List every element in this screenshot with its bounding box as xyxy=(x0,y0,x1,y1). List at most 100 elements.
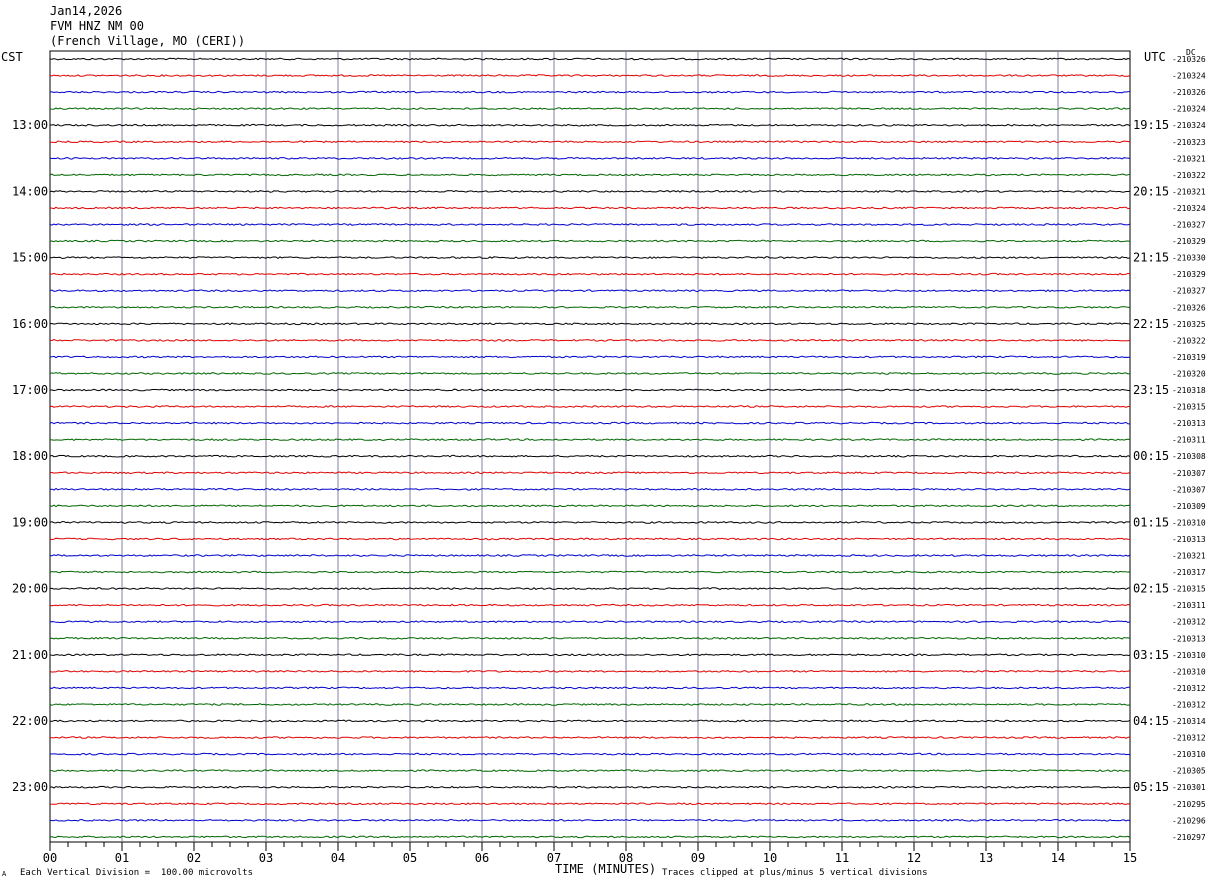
x-axis-title: TIME (MINUTES) xyxy=(555,862,657,876)
seismogram-trace xyxy=(49,471,1131,475)
right-hour-label: 20:15 xyxy=(1133,184,1169,198)
dc-offset-label: -210319 xyxy=(1172,353,1206,362)
dc-offset-label: -210310 xyxy=(1172,518,1206,527)
seismogram-trace xyxy=(49,223,1131,226)
dc-offset-label: -210320 xyxy=(1172,369,1206,378)
dc-offset-label: -210308 xyxy=(1172,452,1206,461)
seismogram-trace xyxy=(49,189,1131,193)
dc-offset-label: -210315 xyxy=(1172,585,1206,594)
seismogram-trace xyxy=(49,90,1131,94)
seismogram-trace xyxy=(49,802,1131,806)
seismogram-trace xyxy=(50,388,1131,392)
dc-offset-label: -210322 xyxy=(1172,171,1206,180)
seismogram-trace xyxy=(49,785,1131,789)
right-hour-label: 01:15 xyxy=(1133,515,1169,529)
dc-offset-label: -210326 xyxy=(1172,88,1206,97)
dc-offset-label: -210327 xyxy=(1172,287,1206,296)
dc-offset-label: -210324 xyxy=(1172,204,1206,213)
dc-offset-label: -210330 xyxy=(1172,254,1206,263)
x-tick-label: 02 xyxy=(187,851,201,865)
right-hour-label: 21:15 xyxy=(1133,251,1169,265)
dc-offset-label: -210313 xyxy=(1172,634,1206,643)
dc-offset-label: -210313 xyxy=(1172,419,1206,428)
seismogram-trace xyxy=(49,107,1131,110)
dc-offset-label: -210312 xyxy=(1172,700,1206,709)
left-hour-label: 15:00 xyxy=(12,251,48,265)
seismogram-trace xyxy=(49,421,1131,425)
x-tick-label: 06 xyxy=(475,851,489,865)
dc-offset-label: -210324 xyxy=(1172,121,1206,130)
x-tick-label: 04 xyxy=(331,851,345,865)
dc-offset-label: -210323 xyxy=(1172,138,1206,147)
x-tick-label: 03 xyxy=(259,851,273,865)
seismogram-trace xyxy=(50,272,1131,276)
seismogram-trace xyxy=(49,454,1131,458)
dc-offset-label: -210324 xyxy=(1172,72,1206,81)
seismogram-trace xyxy=(49,123,1131,127)
seismogram-trace xyxy=(49,305,1131,309)
seismogram-trace xyxy=(49,587,1131,590)
x-tick-label: 15 xyxy=(1123,851,1137,865)
right-hour-label: 04:15 xyxy=(1133,714,1169,728)
dc-offset-label: -210307 xyxy=(1172,485,1206,494)
seismogram-trace xyxy=(49,74,1131,77)
seismogram-trace xyxy=(49,537,1131,541)
corner-mark: A xyxy=(2,870,7,878)
seismogram-trace xyxy=(49,322,1131,326)
seismogram-trace xyxy=(49,173,1131,177)
seismogram-trace xyxy=(49,835,1131,839)
dc-offset-label: -210325 xyxy=(1172,320,1206,329)
dc-offset-label: -210305 xyxy=(1172,767,1206,776)
seismogram-trace xyxy=(49,818,1131,822)
seismogram-trace xyxy=(49,355,1131,359)
seismogram-trace xyxy=(49,372,1131,375)
dc-offset-label: -210309 xyxy=(1172,502,1206,511)
right-hour-label: 03:15 xyxy=(1133,648,1169,662)
dc-offset-label: -210318 xyxy=(1172,386,1206,395)
seismogram-trace xyxy=(49,57,1131,61)
dc-offset-label: -210321 xyxy=(1172,187,1206,196)
dc-offset-label: -210329 xyxy=(1172,270,1206,279)
seismogram-trace xyxy=(49,686,1130,690)
left-hour-label: 18:00 xyxy=(12,449,48,463)
left-hour-label: 17:00 xyxy=(12,383,48,397)
dc-offset-label: -210317 xyxy=(1172,568,1206,577)
dc-offset-label: -210310 xyxy=(1172,651,1206,660)
dc-offset-label: -210326 xyxy=(1172,303,1206,312)
seismogram-trace xyxy=(49,752,1131,756)
seismogram-trace xyxy=(49,703,1131,706)
dc-offset-label: -210310 xyxy=(1172,750,1206,759)
dc-offset-label: -210321 xyxy=(1172,552,1206,561)
seismogram-trace xyxy=(49,669,1131,673)
dc-offset-label: -210326 xyxy=(1172,55,1206,64)
right-hour-label: 23:15 xyxy=(1133,383,1169,397)
dc-offset-label: -210327 xyxy=(1172,221,1206,230)
x-tick-label: 10 xyxy=(763,851,777,865)
x-tick-label: 01 xyxy=(115,851,129,865)
seismogram-trace xyxy=(49,156,1131,160)
seismogram-trace xyxy=(49,438,1131,442)
x-tick-label: 09 xyxy=(691,851,705,865)
seismogram-trace xyxy=(50,769,1131,773)
dc-offset-label: -210315 xyxy=(1172,403,1206,412)
left-hour-label: 23:00 xyxy=(12,780,48,794)
dc-offset-label: -210313 xyxy=(1172,535,1206,544)
left-hour-label: 20:00 xyxy=(12,582,48,596)
dc-offset-label: -210314 xyxy=(1172,717,1206,726)
seismogram-trace xyxy=(49,603,1131,607)
x-tick-label: 05 xyxy=(403,851,417,865)
right-hour-label: 02:15 xyxy=(1133,582,1169,596)
right-hour-label: 22:15 xyxy=(1133,317,1169,331)
dc-offset-label: -210322 xyxy=(1172,336,1206,345)
seismogram-trace xyxy=(49,140,1131,144)
x-tick-label: 14 xyxy=(1051,851,1065,865)
x-tick-label: 13 xyxy=(979,851,993,865)
seismogram-trace xyxy=(49,256,1131,260)
x-tick-label: 12 xyxy=(907,851,921,865)
x-tick-label: 11 xyxy=(835,851,849,865)
seismogram-trace xyxy=(49,338,1131,342)
dc-offset-label: -210312 xyxy=(1172,734,1206,743)
right-hour-label: 05:15 xyxy=(1133,780,1169,794)
dc-offset-label: -210329 xyxy=(1172,237,1206,246)
clip-note: Traces clipped at plus/minus 5 vertical … xyxy=(662,868,928,878)
